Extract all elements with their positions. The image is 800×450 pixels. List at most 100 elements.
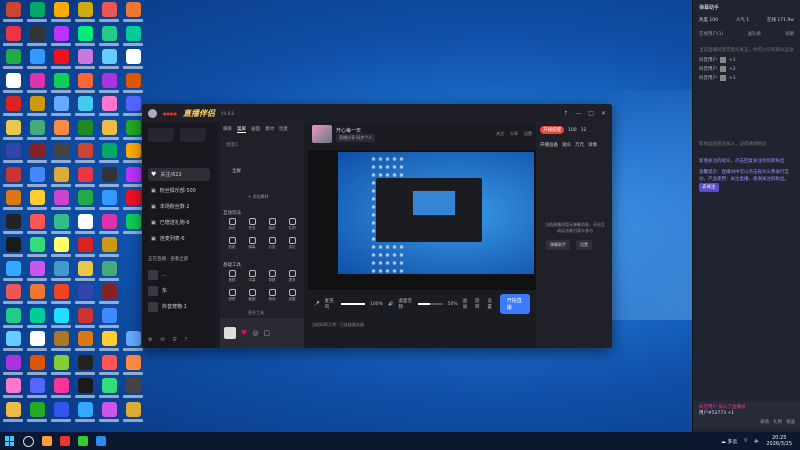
desktop-shortcut-icon[interactable] [50, 2, 72, 26]
source-item[interactable]: 全屏 [232, 168, 241, 174]
desktop-shortcut-icon[interactable] [2, 307, 24, 332]
scene-label[interactable]: 场景1 [226, 142, 238, 148]
desktop-shortcut-icon[interactable] [74, 284, 96, 308]
desktop-shortcut-icon[interactable] [122, 190, 144, 214]
settings-icon[interactable]: ⚙ [148, 337, 152, 343]
desktop-shortcut-icon[interactable] [50, 190, 72, 214]
desktop-shortcut-icon[interactable] [26, 213, 48, 238]
desktop-shortcut-icon[interactable] [50, 401, 72, 426]
desktop-shortcut-icon[interactable] [50, 331, 72, 355]
live-remind-pill[interactable]: 开播提醒 [540, 126, 564, 134]
tab-portrait[interactable]: 竖屏 [237, 126, 246, 133]
taskbar-app-1[interactable] [42, 436, 52, 446]
home-tile[interactable] [148, 128, 174, 142]
tool-button[interactable]: 截图 [243, 289, 261, 305]
tool-button[interactable]: 评论 [283, 237, 301, 253]
desktop-shortcut-icon[interactable] [2, 354, 24, 379]
desktop-shortcut-icon[interactable] [98, 2, 120, 26]
search-icon[interactable] [23, 435, 34, 447]
weather-label[interactable]: ☁ 多云 [721, 438, 738, 445]
taskbar-app-2[interactable] [60, 436, 70, 446]
desktop-shortcut-icon[interactable] [74, 307, 96, 332]
desktop-shortcut-icon[interactable] [74, 260, 96, 285]
live-room-item[interactable]: 抖音宠物·1 [148, 300, 210, 313]
desktop-shortcut-icon[interactable] [122, 143, 144, 167]
desktop-shortcut-icon[interactable] [98, 72, 120, 97]
desktop-shortcut-icon[interactable] [122, 331, 144, 355]
desktop-shortcut-icon[interactable] [74, 331, 96, 355]
rotate-control[interactable]: 旋转 [475, 298, 482, 310]
desktop-shortcut-icon[interactable] [122, 401, 144, 426]
tool-button[interactable]: 录屏 [263, 270, 281, 286]
desktop-shortcut-icon[interactable] [2, 190, 24, 214]
camera-icon[interactable]: ▢ [263, 329, 270, 337]
tool-button[interactable]: 玩法 [223, 218, 241, 234]
desktop-shortcut-icon[interactable] [2, 96, 24, 120]
room-title[interactable]: 开心每一天 [336, 127, 375, 134]
desktop-shortcut-icon[interactable] [50, 119, 72, 144]
room-tag[interactable]: 直播分享·同步个人 [336, 133, 376, 142]
tab-contribution[interactable]: 贡献 [785, 31, 794, 37]
tab-money[interactable]: 万元 [575, 142, 584, 148]
upload-icon[interactable]: ↑ [563, 110, 568, 117]
desktop-shortcut-icon[interactable] [122, 213, 144, 238]
desktop-shortcut-icon[interactable] [50, 72, 72, 97]
gift-button[interactable]: 礼物 [773, 419, 782, 425]
desktop-shortcut-icon[interactable] [26, 49, 48, 73]
tool-button[interactable]: 美颜 [223, 270, 241, 286]
desktop-shortcut-icon[interactable] [98, 143, 120, 167]
desktop-shortcut-icon[interactable] [50, 49, 72, 73]
desktop-shortcut-icon[interactable] [2, 2, 24, 26]
add-source-button[interactable]: + 添加素材 [248, 194, 269, 200]
live-room-item[interactable]: 东 [148, 284, 210, 297]
speaker-icon[interactable]: 🔊 [388, 302, 394, 307]
tab-material[interactable]: 素材 [265, 126, 274, 133]
desktop-shortcut-icon[interactable] [74, 401, 96, 426]
desktop-shortcut-icon[interactable] [26, 401, 48, 426]
more-tools-link[interactable]: 更多工具 [248, 310, 264, 316]
desktop-shortcut-icon[interactable] [50, 378, 72, 402]
desktop-shortcut-icon[interactable] [98, 260, 120, 285]
desktop-shortcut-icon[interactable] [50, 96, 72, 120]
tool-button[interactable]: 滤镜 [223, 289, 241, 305]
desktop-shortcut-icon[interactable] [74, 25, 96, 50]
mail-icon[interactable]: ✉ [160, 337, 164, 343]
desktop-shortcut-icon[interactable] [74, 119, 96, 144]
clock[interactable]: 20:25 2026/3/25 [766, 435, 792, 447]
desktop-shortcut-icon[interactable] [26, 284, 48, 308]
desktop-shortcut-icon[interactable] [2, 378, 24, 402]
tool-button[interactable]: 公告 [263, 237, 281, 253]
desktop-shortcut-icon[interactable] [2, 401, 24, 426]
desktop-shortcut-icon[interactable] [50, 354, 72, 379]
desktop-shortcut-icon[interactable] [50, 260, 72, 285]
desktop-shortcut-icon[interactable] [26, 2, 48, 26]
mic-volume-slider[interactable] [340, 303, 366, 305]
start-button[interactable] [5, 436, 15, 446]
desktop-shortcut-icon[interactable] [122, 2, 144, 26]
desktop-shortcut-icon[interactable] [74, 166, 96, 191]
follow-button[interactable]: 去关注 [699, 183, 719, 192]
stream-preview-canvas[interactable] [308, 150, 536, 290]
whiteboard-thumb[interactable] [224, 327, 236, 339]
desktop-shortcut-icon[interactable] [74, 96, 96, 120]
tool-button[interactable]: 设置 [283, 289, 301, 305]
desktop-shortcut-icon[interactable] [74, 72, 96, 97]
desktop-shortcut-icon[interactable] [122, 354, 144, 379]
heart-icon[interactable]: ♥ [241, 329, 247, 337]
desktop-shortcut-icon[interactable] [122, 119, 144, 144]
tab-landscape[interactable]: 横屏 [223, 126, 232, 133]
mic-icon[interactable]: 🎤 [314, 302, 320, 307]
desktop-shortcut-icon[interactable] [74, 213, 96, 238]
desktop-shortcut-icon[interactable] [98, 284, 120, 308]
user-avatar[interactable] [148, 108, 157, 118]
desktop-shortcut-icon[interactable] [26, 72, 48, 97]
mic-icon[interactable]: ◎ [252, 329, 258, 337]
desktop-shortcut-icon[interactable] [26, 331, 48, 355]
live-room-item[interactable]: ... [148, 268, 210, 281]
desktop-shortcut-icon[interactable] [26, 190, 48, 214]
settings-action[interactable]: 设置 [524, 131, 532, 137]
sidebar-item-gift[interactable]: ▣ 已赠送礼物·6 [148, 216, 210, 229]
desktop-shortcut-icon[interactable] [74, 378, 96, 402]
desktop-shortcut-icon[interactable] [2, 284, 24, 308]
tool-button[interactable]: 任务 [243, 218, 261, 234]
